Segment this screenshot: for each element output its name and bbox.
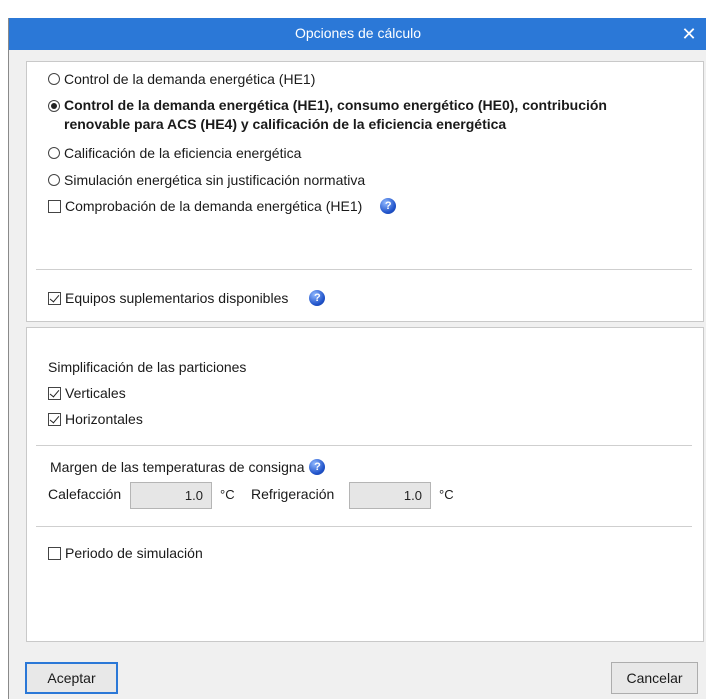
radio-selected-icon[interactable]: [48, 100, 60, 112]
check-horizontals[interactable]: Horizontales: [48, 411, 143, 427]
heating-unit: °C: [220, 487, 235, 502]
radio-label: Simulación energética sin justificación …: [64, 172, 366, 188]
checkbox-checked-icon[interactable]: [48, 291, 61, 305]
calculation-mode-panel: Control de la demanda energética (HE1) C…: [26, 61, 704, 322]
radio-label-line2: renovable para ACS (HE4) y calificación …: [64, 116, 507, 132]
radio-label: Calificación de la eficiencia energética: [64, 145, 302, 161]
divider: [36, 269, 692, 270]
heating-label: Calefacción: [48, 486, 122, 502]
radio-label-line1: Control de la demanda energética (HE1), …: [64, 97, 607, 113]
calculation-options-dialog: Opciones de cálculo ✕ Control de la dema…: [8, 18, 706, 699]
check-simulation-period[interactable]: Periodo de simulación: [48, 545, 203, 561]
checkbox-icon[interactable]: [48, 546, 61, 560]
checkbox-icon[interactable]: [48, 199, 61, 213]
cooling-unit: °C: [439, 487, 454, 502]
divider: [36, 526, 692, 527]
close-icon[interactable]: ✕: [671, 18, 706, 50]
setpoint-margin-heading-row: Margen de las temperaturas de consigna ?: [50, 459, 326, 475]
radio-icon[interactable]: [48, 174, 60, 186]
checkbox-label: Verticales: [65, 385, 126, 401]
checkbox-checked-icon[interactable]: [48, 412, 61, 426]
heating-margin-input[interactable]: 1.0: [130, 482, 212, 509]
radio-label: Control de la demanda energética (HE1): [64, 71, 316, 87]
cancel-button[interactable]: Cancelar: [611, 662, 698, 694]
cooling-margin-input[interactable]: 1.0: [349, 482, 431, 509]
help-icon[interactable]: ?: [380, 198, 397, 214]
radio-option-rating[interactable]: Calificación de la eficiencia energética: [48, 145, 301, 161]
check-demand-verification[interactable]: Comprobación de la demanda energética (H…: [48, 198, 397, 214]
title-bar: Opciones de cálculo ✕: [9, 18, 706, 50]
radio-option-full[interactable]: Control de la demanda energética (HE1), …: [48, 97, 607, 132]
radio-option-simulation[interactable]: Simulación energética sin justificación …: [48, 172, 365, 188]
check-verticals[interactable]: Verticales: [48, 385, 126, 401]
setpoint-margin-heading: Margen de las temperaturas de consigna: [50, 459, 305, 475]
help-icon[interactable]: ?: [309, 459, 326, 475]
divider: [36, 445, 692, 446]
checkbox-label: Comprobación de la demanda energética (H…: [65, 198, 363, 214]
checkbox-label: Equipos suplementarios disponibles: [65, 290, 289, 306]
radio-option-he1[interactable]: Control de la demanda energética (HE1): [48, 71, 315, 87]
simplification-heading: Simplificación de las particiones: [48, 359, 247, 375]
accept-button[interactable]: Aceptar: [25, 662, 118, 694]
radio-icon[interactable]: [48, 147, 60, 159]
dialog-title: Opciones de cálculo: [294, 25, 422, 41]
checkbox-label: Periodo de simulación: [65, 545, 203, 561]
checkbox-label: Horizontales: [65, 411, 143, 427]
cooling-label: Refrigeración: [251, 486, 335, 502]
help-icon[interactable]: ?: [309, 290, 326, 306]
radio-icon[interactable]: [48, 73, 60, 85]
checkbox-checked-icon[interactable]: [48, 386, 61, 400]
check-supplementary-equipment[interactable]: Equipos suplementarios disponibles ?: [48, 290, 326, 306]
simulation-settings-panel: Simplificación de las particiones Vertic…: [26, 327, 704, 642]
